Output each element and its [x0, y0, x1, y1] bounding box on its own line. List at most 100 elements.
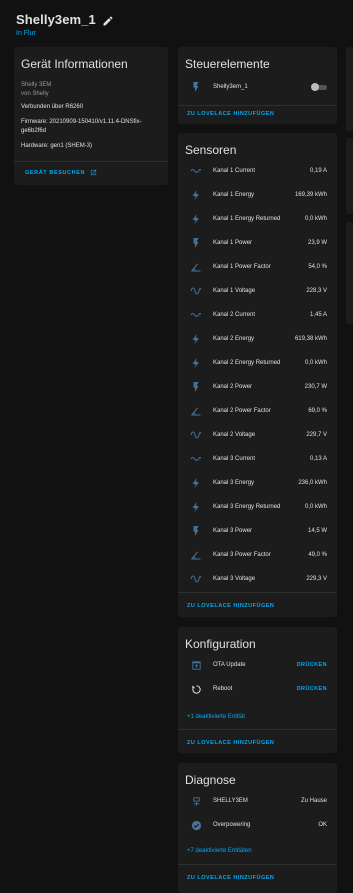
offscreen-card-edge	[346, 222, 353, 324]
sensor-row[interactable]: Kanal 1 Voltage 228,3 V	[178, 280, 337, 302]
sensor-label: Kanal 3 Power Factor	[213, 552, 271, 558]
configuration-card: Konfiguration OTA Update DRÜCKEN Reboot …	[178, 627, 337, 753]
diagnostics-title: Diagnose	[185, 773, 236, 787]
sine-wave-icon	[190, 285, 202, 297]
sensor-label: Kanal 3 Power	[213, 528, 253, 534]
lightning-icon	[190, 333, 202, 345]
config-label: Reboot	[213, 686, 233, 692]
sensor-label: Kanal 3 Energy	[213, 480, 255, 486]
sensor-label: Kanal 1 Energy Returned	[213, 216, 281, 222]
device-hardware: Hardware: gen1 (SHEM-3)	[21, 143, 93, 149]
add-to-lovelace-button[interactable]: ZU LOVELACE HINZUFÜGEN	[187, 111, 274, 117]
sensor-row[interactable]: Kanal 1 Energy Returned 0,0 kWh	[178, 208, 337, 230]
sensor-row[interactable]: Kanal 1 Power Factor 54,0 %	[178, 256, 337, 278]
open-in-new-icon	[90, 169, 97, 176]
sensor-row[interactable]: Kanal 3 Current 0,13 A	[178, 448, 337, 470]
current-ac-icon	[190, 165, 202, 177]
flash-icon	[190, 81, 202, 93]
restart-icon	[190, 683, 202, 695]
sensor-row[interactable]: Kanal 2 Voltage 229,7 V	[178, 424, 337, 446]
sensor-value: 230,7 W	[304, 384, 327, 390]
current-ac-icon	[190, 453, 202, 465]
sine-wave-icon	[190, 429, 202, 441]
check-circle-icon	[190, 819, 202, 831]
sensor-row[interactable]: Kanal 2 Current 1,45 A	[178, 304, 337, 326]
sensor-value: 1,45 A	[309, 312, 327, 318]
diagnostic-value: Zu Hause	[300, 798, 327, 804]
disabled-entities-link[interactable]: +7 deaktivierte Entitäten	[187, 848, 252, 854]
current-ac-icon	[190, 309, 202, 321]
sensor-label: Kanal 1 Voltage	[213, 288, 256, 294]
press-button[interactable]: DRÜCKEN	[297, 686, 327, 692]
sensor-row[interactable]: Kanal 2 Energy Returned 0,0 kWh	[178, 352, 337, 374]
device-firmware: Firmware: 20210909-150410/v1.11.4-DNSfix…	[21, 119, 142, 125]
diagnostic-row-network[interactable]: SHELLY3EM Zu Hause	[178, 790, 337, 812]
page-header: Shelly3em_1 In Flur	[16, 12, 114, 37]
lightning-icon	[190, 477, 202, 489]
offscreen-card-edge	[346, 47, 353, 131]
card-divider	[178, 729, 337, 730]
sensor-row[interactable]: Kanal 3 Power Factor 49,0 %	[178, 544, 337, 566]
device-info-title: Gerät Informationen	[21, 57, 128, 71]
sensor-row[interactable]: Kanal 3 Voltage 229,3 V	[178, 568, 337, 590]
sensor-label: Kanal 2 Energy Returned	[213, 360, 281, 366]
sensor-row[interactable]: Kanal 2 Energy 619,38 kWh	[178, 328, 337, 350]
add-to-lovelace-button[interactable]: ZU LOVELACE HINZUFÜGEN	[187, 603, 274, 609]
config-row-reboot[interactable]: Reboot DRÜCKEN	[178, 678, 337, 700]
lightning-icon	[190, 357, 202, 369]
offscreen-card-edge	[346, 138, 353, 214]
angle-acute-icon	[190, 405, 202, 417]
card-divider	[178, 592, 337, 593]
card-divider	[14, 161, 168, 162]
router-icon	[190, 795, 202, 807]
sensor-value: 23,9 W	[307, 240, 327, 246]
sensor-row[interactable]: Kanal 3 Energy Returned 0,0 kWh	[178, 496, 337, 518]
config-row-ota[interactable]: OTA Update DRÜCKEN	[178, 654, 337, 676]
config-label: OTA Update	[213, 662, 246, 668]
disabled-entities-link[interactable]: +1 deaktivierte Entität	[187, 714, 245, 720]
card-divider	[178, 864, 337, 865]
configuration-title: Konfiguration	[185, 637, 256, 651]
toggle-knob	[311, 83, 319, 91]
sensor-row[interactable]: Kanal 1 Current 0,19 A	[178, 160, 337, 182]
sensor-label: Kanal 2 Energy	[213, 336, 255, 342]
sensor-label: Kanal 3 Energy Returned	[213, 504, 281, 510]
sensor-row[interactable]: Kanal 3 Power 14,5 W	[178, 520, 337, 542]
visit-device-button[interactable]: GERÄT BESUCHEN	[25, 169, 97, 176]
add-to-lovelace-button[interactable]: ZU LOVELACE HINZUFÜGEN	[187, 740, 274, 746]
sensor-value: 229,7 V	[306, 432, 327, 438]
sensor-row[interactable]: Kanal 2 Power 230,7 W	[178, 376, 337, 398]
sensor-value: 236,0 kWh	[298, 480, 327, 486]
diagnostic-value: OK	[318, 822, 327, 828]
sensor-row[interactable]: Kanal 2 Power Factor 69,0 %	[178, 400, 337, 422]
area-link[interactable]: In Flur	[16, 30, 114, 37]
add-to-lovelace-button[interactable]: ZU LOVELACE HINZUFÜGEN	[187, 875, 274, 881]
controls-title: Steuerelemente	[185, 57, 270, 71]
sensor-row[interactable]: Kanal 1 Energy 169,39 kWh	[178, 184, 337, 206]
sensor-row[interactable]: Kanal 1 Power 23,9 W	[178, 232, 337, 254]
control-label: Shelly3em_1	[213, 84, 248, 90]
sensor-value: 0,0 kWh	[304, 216, 327, 222]
sensor-label: Kanal 1 Current	[213, 168, 256, 174]
diagnostics-card: Diagnose SHELLY3EM Zu Hause Overpowering…	[178, 763, 337, 893]
diagnostic-row-overpowering[interactable]: Overpowering OK	[178, 814, 337, 836]
sensor-value: 49,0 %	[308, 552, 327, 558]
package-up-icon	[190, 659, 202, 671]
lightning-icon	[190, 501, 202, 513]
flash-icon	[190, 381, 202, 393]
sensor-value: 619,38 kWh	[294, 336, 327, 342]
card-divider	[178, 105, 337, 106]
sensor-value: 14,5 W	[307, 528, 327, 534]
sensor-label: Kanal 3 Current	[213, 456, 256, 462]
sensor-label: Kanal 2 Current	[213, 312, 256, 318]
sensors-card: Sensoren Kanal 1 Current 0,19 A Kanal 1 En…	[178, 133, 337, 617]
lightning-icon	[190, 189, 202, 201]
press-button[interactable]: DRÜCKEN	[297, 662, 327, 668]
sensor-label: Kanal 2 Power Factor	[213, 408, 271, 414]
sensor-row[interactable]: Kanal 3 Energy 236,0 kWh	[178, 472, 337, 494]
control-row-switch[interactable]: Shelly3em_1	[178, 76, 337, 98]
switch-toggle[interactable]	[311, 83, 327, 91]
sensor-label: Kanal 1 Energy	[213, 192, 255, 198]
pencil-icon[interactable]	[102, 15, 114, 27]
sensor-value: 0,13 A	[309, 456, 327, 462]
